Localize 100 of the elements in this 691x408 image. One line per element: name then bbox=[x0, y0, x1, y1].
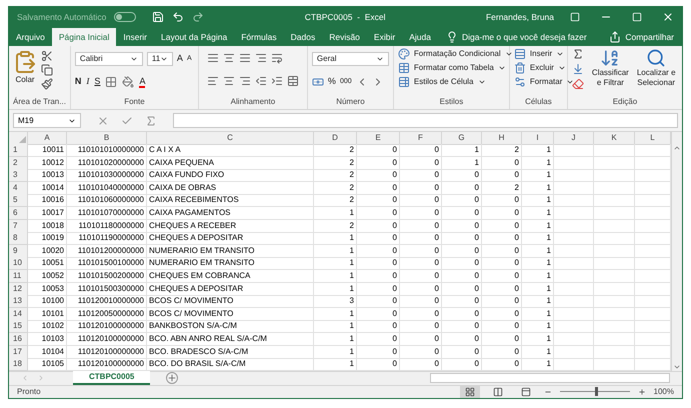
view-button[interactable] bbox=[460, 385, 480, 398]
ribbon-tab[interactable]: Inserir bbox=[116, 28, 154, 46]
italic-button[interactable]: I bbox=[86, 75, 90, 89]
table-cell: 10011 bbox=[28, 144, 67, 157]
bold-button[interactable]: N bbox=[74, 75, 82, 89]
autosave-toggle[interactable] bbox=[114, 12, 136, 22]
table-cell: 0 bbox=[442, 332, 482, 346]
row-header[interactable]: 4 bbox=[9, 182, 28, 195]
name-box[interactable]: M19 bbox=[13, 113, 81, 128]
sheet-tab[interactable]: CTBPC0005 bbox=[73, 371, 150, 386]
font-size-dropdown[interactable]: 11 bbox=[146, 52, 173, 66]
grow-font-button[interactable]: A bbox=[176, 52, 183, 66]
empty-cell bbox=[594, 206, 635, 220]
column-header[interactable]: F bbox=[400, 132, 442, 145]
column-header[interactable]: E bbox=[357, 132, 400, 145]
row-header[interactable]: 7 bbox=[9, 220, 28, 233]
table-cell: 10019 bbox=[28, 232, 67, 246]
ribbon-tab[interactable]: Página Inicial bbox=[52, 28, 116, 46]
ribbon-tab[interactable]: Dados bbox=[284, 28, 322, 46]
table-cell: 0 bbox=[357, 346, 400, 358]
column-header[interactable]: G bbox=[442, 132, 482, 145]
ribbon-tab[interactable]: Exibir bbox=[366, 28, 402, 46]
row-header[interactable]: 11 bbox=[9, 270, 28, 283]
column-header[interactable]: C bbox=[147, 132, 314, 145]
column-header[interactable]: D bbox=[314, 132, 357, 145]
table-cell: 1 bbox=[314, 270, 357, 283]
percent-button[interactable]: % bbox=[328, 75, 336, 89]
scroll-up-icon[interactable] bbox=[673, 144, 681, 152]
row-header[interactable]: 8 bbox=[9, 232, 28, 246]
styles-menu-button[interactable]: Formatar como Tabela bbox=[398, 62, 505, 74]
horizontal-scrollbar[interactable] bbox=[430, 373, 670, 384]
row-header[interactable]: 15 bbox=[9, 320, 28, 334]
row-header[interactable]: 3 bbox=[9, 169, 28, 182]
font-color-button[interactable]: A bbox=[139, 76, 146, 88]
table-cell: 2 bbox=[482, 144, 522, 157]
row-header[interactable]: 1 bbox=[9, 144, 28, 157]
ribbon-tab[interactable]: Ajuda bbox=[402, 28, 438, 46]
vertical-scrollbar[interactable] bbox=[671, 132, 682, 371]
row-header[interactable]: 17 bbox=[9, 346, 28, 358]
zoom-in-icon[interactable] bbox=[638, 388, 646, 396]
row-header[interactable]: 10 bbox=[9, 257, 28, 270]
table-cell: 0 bbox=[400, 169, 442, 182]
table-cell: 0 bbox=[400, 320, 442, 334]
cells-menu-button[interactable]: Formatar bbox=[514, 76, 563, 88]
ribbon-tab[interactable]: Arquivo bbox=[9, 28, 52, 46]
row-header[interactable]: 13 bbox=[9, 295, 28, 308]
row-header[interactable]: 14 bbox=[9, 308, 28, 321]
column-header[interactable]: K bbox=[594, 132, 635, 145]
table-cell: 0 bbox=[400, 244, 442, 258]
empty-cell bbox=[594, 244, 635, 258]
decrease-indent-icon bbox=[254, 75, 267, 87]
table-cell: 1 bbox=[314, 232, 357, 246]
font-name-dropdown[interactable]: Calibri bbox=[74, 52, 143, 66]
caret-icon bbox=[376, 55, 384, 63]
empty-cell bbox=[554, 346, 594, 358]
zoom-slider-thumb[interactable] bbox=[594, 387, 598, 396]
row-header[interactable]: 2 bbox=[9, 156, 28, 170]
table-cell: 0 bbox=[442, 244, 482, 258]
styles-menu-button[interactable]: Estilos de Célula bbox=[398, 76, 505, 88]
table-cell: 110101070000000 bbox=[67, 206, 147, 220]
row-header[interactable]: 18 bbox=[9, 358, 28, 372]
table-cell: 0 bbox=[400, 156, 442, 170]
tell-me-field[interactable]: Diga-me o que você deseja fazer bbox=[438, 28, 595, 46]
column-header[interactable]: J bbox=[554, 132, 594, 145]
table-icon bbox=[398, 62, 410, 74]
column-header[interactable]: H bbox=[482, 132, 522, 145]
empty-cell bbox=[594, 332, 635, 346]
row-header[interactable]: 5 bbox=[9, 194, 28, 208]
table-cell: 110120010000000 bbox=[67, 295, 147, 308]
scroll-right-icon bbox=[37, 374, 45, 382]
table-cell: CHEQUES A DEPOSITAR bbox=[147, 232, 314, 246]
number-format-dropdown[interactable]: Geral bbox=[312, 52, 389, 66]
ribbon-tab[interactable]: Fórmulas bbox=[234, 28, 284, 46]
cells-menu-button[interactable]: Inserir bbox=[514, 48, 563, 60]
underline-button[interactable]: S bbox=[94, 75, 100, 89]
group-label: Edição bbox=[612, 98, 638, 106]
add-sheet-icon[interactable] bbox=[166, 372, 178, 384]
table-cell: 110101500200000 bbox=[67, 270, 147, 283]
ribbon-tab[interactable]: Layout da Página bbox=[154, 28, 234, 46]
cells-menu-button[interactable]: Excluir bbox=[514, 62, 563, 74]
column-header[interactable]: A bbox=[28, 132, 67, 145]
grid-icon bbox=[464, 386, 475, 397]
column-header[interactable]: I bbox=[522, 132, 554, 145]
ribbon-tab[interactable]: Revisão bbox=[322, 28, 367, 46]
share-button[interactable]: Compartilhar bbox=[601, 28, 682, 46]
sort-filter-button[interactable]: Classificar e Filtrar bbox=[592, 48, 629, 90]
align-center-icon bbox=[222, 75, 235, 87]
paste-button[interactable]: Colar bbox=[13, 50, 37, 90]
row-header[interactable]: 6 bbox=[9, 206, 28, 220]
wrap-text-icon bbox=[270, 52, 283, 64]
formula-input[interactable] bbox=[173, 113, 678, 128]
column-header[interactable]: B bbox=[67, 132, 147, 145]
styles-menu-button[interactable]: Formatação Condicional bbox=[398, 48, 505, 60]
group-label: Células bbox=[524, 98, 553, 106]
row-header[interactable]: 12 bbox=[9, 282, 28, 296]
table-cell: BCO. ABN ANRO REAL S/A-C/M bbox=[147, 332, 314, 346]
row-header[interactable]: 16 bbox=[9, 332, 28, 346]
row-header[interactable]: 9 bbox=[9, 244, 28, 258]
find-select-button[interactable]: Localizar e Selecionar bbox=[636, 48, 676, 90]
status-text: Pronto bbox=[17, 386, 41, 398]
